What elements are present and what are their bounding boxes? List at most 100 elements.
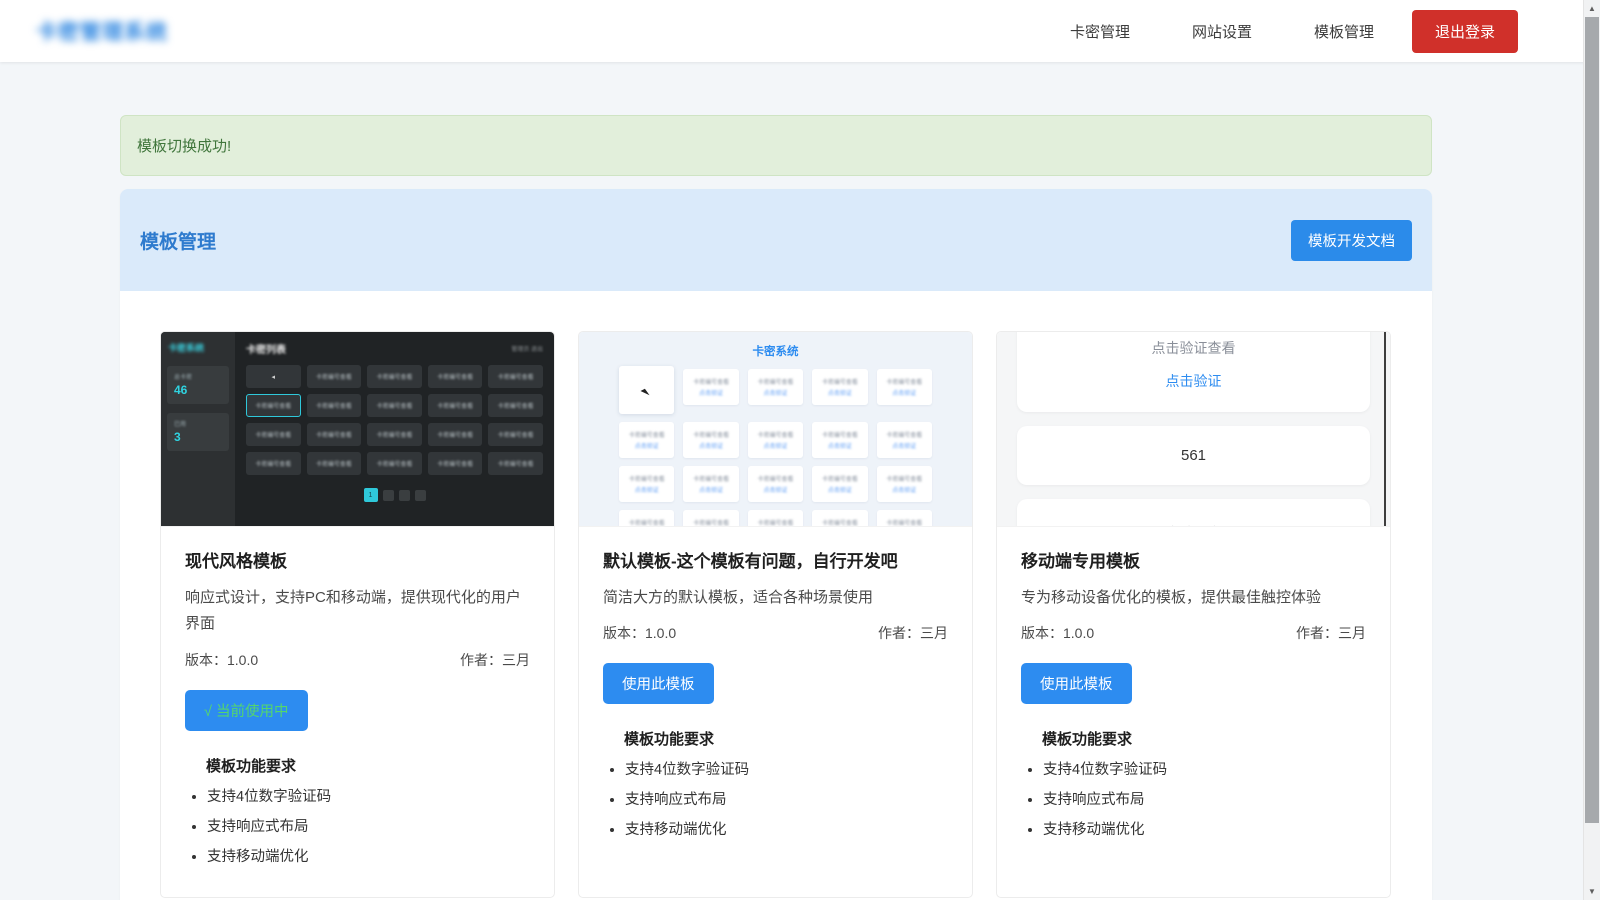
template-author: 作者：三月 <box>460 650 530 670</box>
use-template-button[interactable]: 使用此模板 <box>603 663 714 704</box>
template-management-panel: 模板管理 模板开发文档 卡密系统 总卡密 46 已用 <box>120 189 1432 900</box>
preview-grid-card[interactable]: 卡密编号查看点击验证 <box>877 422 932 458</box>
feature-item: 支持4位数字验证码 <box>1043 758 1366 779</box>
preview-grid-card[interactable]: 卡密编号查看点击验证 <box>877 369 932 405</box>
top-navbar: 卡密管理系统 卡密管理 网站设置 模板管理 退出登录 <box>0 0 1600 62</box>
preview-grid-card[interactable]: 卡密编号查看点击验证 <box>877 510 932 527</box>
nav-item-card-key-management[interactable]: 卡密管理 <box>1070 21 1130 42</box>
preview-grid-button[interactable]: 卡密编号查看 <box>488 365 543 388</box>
preview-grid-button[interactable]: 卡密编号查看 <box>246 394 301 417</box>
preview-page[interactable] <box>383 490 394 501</box>
preview-page[interactable] <box>399 490 410 501</box>
preview-page[interactable] <box>415 490 426 501</box>
preview-grid-card[interactable]: 卡密编号查看点击验证 <box>619 510 674 527</box>
preview-grid-button[interactable]: 卡密编号查看 <box>428 452 483 475</box>
features-list: 支持4位数字验证码 支持响应式布局 支持移动端优化 <box>1021 758 1366 839</box>
preview-grid-card[interactable]: 卡密编号查看点击验证 <box>683 369 738 405</box>
preview-grid-button[interactable]: 卡密编号查看 <box>367 365 422 388</box>
preview-grid-button[interactable]: 卡密编号查看 <box>428 394 483 417</box>
preview-grid-button[interactable]: 卡密编号查看 <box>246 452 301 475</box>
preview-grid-button[interactable]: 卡密编号查看 <box>488 394 543 417</box>
template-preview-modern: 卡密系统 总卡密 46 已用 3 卡密 <box>161 332 554 527</box>
browser-scrollbar[interactable]: ▲ ▼ <box>1583 0 1600 900</box>
template-version: 版本：1.0.0 <box>185 650 258 670</box>
feature-item: 支持移动端优化 <box>625 818 948 839</box>
scrollbar-up-arrow-icon[interactable]: ▲ <box>1584 0 1600 17</box>
preview-grid-button[interactable]: 卡密编号查看 <box>367 423 422 446</box>
template-version: 版本：1.0.0 <box>603 623 676 643</box>
preview-grid-card[interactable]: 卡密编号查看点击验证 <box>683 466 738 502</box>
preview-grid-button[interactable]: 卡密编号查看 <box>488 452 543 475</box>
preview-grid-button[interactable]: 卡密编号查看 <box>307 423 362 446</box>
preview-grid-button[interactable]: 卡密编号查看 <box>488 423 543 446</box>
preview-grid-card[interactable]: 卡密编号查看点击验证 <box>812 369 867 405</box>
logout-button[interactable]: 退出登录 <box>1412 10 1518 53</box>
use-template-button[interactable]: 使用此模板 <box>1021 663 1132 704</box>
preview-grid-card[interactable]: 卡密编号查看点击验证 <box>877 466 932 502</box>
preview-grid-button[interactable]: 卡密编号查看 <box>307 365 362 388</box>
page-title: 模板管理 <box>140 227 216 254</box>
preview-grid-card[interactable]: 卡密编号查看点击验证 <box>619 422 674 458</box>
template-docs-button[interactable]: 模板开发文档 <box>1291 220 1412 261</box>
default-preview-grid: 卡密编号查看点击验证卡密编号查看点击验证卡密编号查看点击验证卡密编号查看点击验证… <box>619 369 932 527</box>
preview-grid-card[interactable]: 卡密编号查看点击验证 <box>683 510 738 527</box>
preview-verify-link[interactable]: 点击验证 <box>1017 371 1370 391</box>
scrollbar-thumb[interactable] <box>1585 17 1599 823</box>
preview-grid-button[interactable]: 卡密编号查看 <box>367 394 422 417</box>
preview-grid-card[interactable]: 卡密编号查看点击验证 <box>812 422 867 458</box>
preview-page-active[interactable]: 1 <box>364 488 378 502</box>
preview-stat-card: 总卡密 46 <box>167 366 229 404</box>
preview-user-menu: 管理员 退出 <box>511 344 543 353</box>
preview-grid-card[interactable]: 卡密编号查看点击验证 <box>812 466 867 502</box>
template-meta: 版本：1.0.0 作者：三月 <box>185 650 530 670</box>
cursor-icon <box>641 385 653 396</box>
preview-grid-button[interactable]: 卡密编号查看 <box>428 423 483 446</box>
preview-grid-card[interactable]: 卡密编号查看点击验证 <box>748 369 803 405</box>
scrollbar-down-arrow-icon[interactable]: ▼ <box>1584 883 1600 900</box>
template-card-default: 卡密系统 卡密编号查看点击验证卡密编号查看点击验证卡密编号查看点击验证卡密编号查… <box>578 331 973 898</box>
preview-sidebar: 卡密系统 总卡密 46 已用 3 <box>161 332 235 526</box>
current-template-button[interactable]: √ 当前使用中 <box>185 690 308 731</box>
template-description: 简洁大方的默认模板，适合各种场景使用 <box>603 585 948 611</box>
page-content: 模板切换成功! 模板管理 模板开发文档 卡密系统 总卡密 46 <box>120 115 1432 900</box>
preview-grid-card[interactable]: 卡密编号查看点击验证 <box>748 510 803 527</box>
preview-grid-card[interactable]: 卡密编号查看点击验证 <box>683 422 738 458</box>
template-features: 模板功能要求 支持4位数字验证码 支持响应式布局 支持移动端优化 <box>1021 728 1366 839</box>
preview-scrollbar <box>1384 332 1386 526</box>
nav-item-site-settings[interactable]: 网站设置 <box>1192 21 1252 42</box>
preview-grid-card[interactable] <box>619 366 674 414</box>
feature-item: 支持4位数字验证码 <box>207 785 530 806</box>
preview-grid-button[interactable]: 卡密编号查看 <box>307 452 362 475</box>
preview-mobile-item: 点击验证查看 点击验证 <box>1017 332 1370 412</box>
feature-item: 支持4位数字验证码 <box>625 758 948 779</box>
template-author: 作者：三月 <box>1296 623 1366 643</box>
preview-grid-card[interactable]: 卡密编号查看点击验证 <box>812 510 867 527</box>
preview-grid-card[interactable]: 卡密编号查看点击验证 <box>619 466 674 502</box>
site-logo[interactable]: 卡密管理系统 <box>36 16 168 46</box>
preview-grid-card[interactable]: 卡密编号查看点击验证 <box>748 422 803 458</box>
card-body: 默认模板-这个模板有问题，自行开发吧 简洁大方的默认模板，适合各种场景使用 版本… <box>579 527 972 868</box>
template-title: 移动端专用模板 <box>1021 547 1366 572</box>
feature-item: 支持移动端优化 <box>207 845 530 866</box>
feature-item: 支持移动端优化 <box>1043 818 1366 839</box>
preview-title: 卡密系统 <box>579 343 972 359</box>
features-title: 模板功能要求 <box>206 755 530 776</box>
panel-header: 模板管理 模板开发文档 <box>120 189 1432 291</box>
template-author: 作者：三月 <box>878 623 948 643</box>
preview-stat-card: 已用 3 <box>167 413 229 451</box>
template-version: 版本：1.0.0 <box>1021 623 1094 643</box>
preview-grid-button[interactable]: 卡密编号查看 <box>367 452 422 475</box>
template-preview-mobile: 点击验证查看 点击验证 561 点击验证查看 <box>997 332 1390 527</box>
feature-item: 支持响应式布局 <box>625 788 948 809</box>
template-preview-default: 卡密系统 卡密编号查看点击验证卡密编号查看点击验证卡密编号查看点击验证卡密编号查… <box>579 332 972 527</box>
navbar-links: 卡密管理 网站设置 模板管理 退出登录 <box>1008 10 1518 53</box>
preview-grid-button[interactable]: 卡密编号查看 <box>428 365 483 388</box>
template-title: 现代风格模板 <box>185 547 530 572</box>
preview-grid-button[interactable]: 卡密编号查看 <box>246 423 301 446</box>
preview-grid-card[interactable]: 卡密编号查看点击验证 <box>748 466 803 502</box>
preview-grid-button[interactable]: 卡密编号查看 <box>307 394 362 417</box>
nav-item-template-management[interactable]: 模板管理 <box>1314 21 1374 42</box>
preview-grid-button[interactable]: ◂ <box>246 365 301 388</box>
template-title: 默认模板-这个模板有问题，自行开发吧 <box>603 547 948 572</box>
template-meta: 版本：1.0.0 作者：三月 <box>1021 623 1366 643</box>
